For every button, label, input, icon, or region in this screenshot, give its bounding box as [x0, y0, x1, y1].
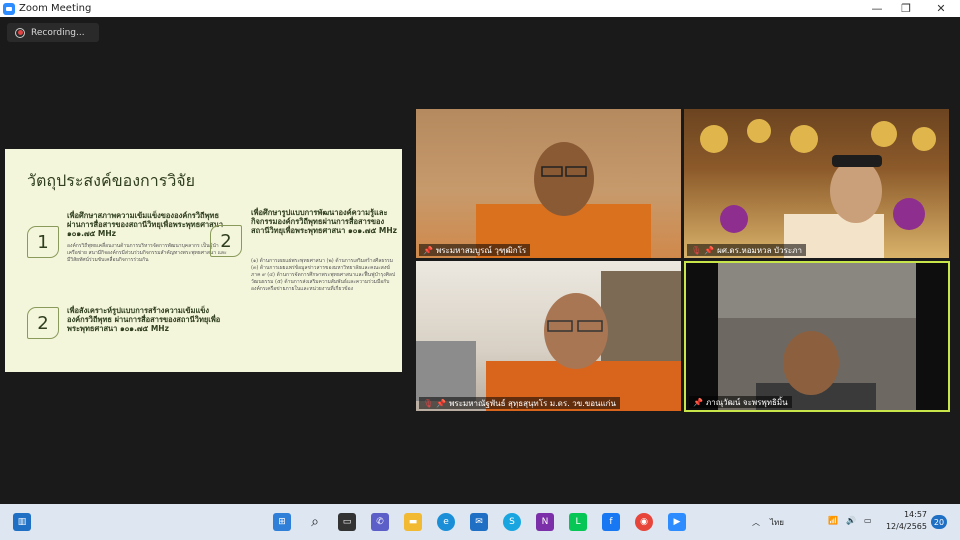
participant-name: ผศ.ดร.หอมหวล บัวระภา: [717, 245, 802, 255]
search-icon[interactable]: ⌕: [306, 513, 324, 531]
window-titlebar: Zoom Meeting — ❐ ✕: [0, 0, 960, 17]
windows-taskbar: ▥ ⊞ ⌕ ▭ ✆ ▬ e ✉ S N L f ◉ ▶ ︿ ไทย 📶 🔊 ▭ …: [0, 504, 960, 540]
participant-name-tag: 🎙 📌 ผศ.ดร.หอมหวล บัวระภา: [687, 244, 806, 256]
participant-video: [700, 119, 936, 258]
objective-number: 2: [27, 307, 59, 339]
objective-number: 2: [210, 225, 242, 257]
recording-indicator[interactable]: Recording...: [7, 23, 99, 42]
notification-count-badge[interactable]: 20: [931, 515, 947, 529]
line-icon[interactable]: L: [569, 513, 587, 531]
muted-mic-icon: 🎙: [691, 245, 702, 255]
wifi-icon[interactable]: 📶: [828, 516, 838, 525]
minimize-button[interactable]: —: [862, 0, 892, 17]
meeting-stage: Recording... วัตถุประสงค์ของการวิจัย 1 เ…: [0, 17, 960, 504]
participant-name-tag: 🎙 📌 พระมหาณัฐพันธ์ สุทฺธสุนฺทโร ม.ดร. วข…: [419, 397, 620, 409]
task-view-icon[interactable]: ▭: [338, 513, 356, 531]
window-title: Zoom Meeting: [19, 3, 92, 14]
active-speaker-tile[interactable]: 📌 ภาณุวัฒน์ จะพรพุทธิมิ้น: [684, 261, 950, 412]
file-explorer-icon[interactable]: ▬: [404, 513, 422, 531]
skype-icon[interactable]: S: [503, 513, 521, 531]
pin-icon: 📌: [423, 245, 433, 255]
participant-video: [476, 142, 651, 258]
edge-icon[interactable]: e: [437, 513, 455, 531]
participant-video-tile[interactable]: 🎙 📌 พระมหาณัฐพันธ์ สุทฺธสุนฺทโร ม.ดร. วข…: [416, 261, 681, 411]
pin-icon: 📌: [436, 398, 447, 408]
zoom-app-icon: [3, 2, 15, 15]
objective-number: 1: [27, 226, 59, 258]
objective-heading: เพื่อสังเคราะห์รูปแบบการสร้างความเข้มแข็…: [67, 306, 221, 333]
zoom-icon[interactable]: ▶: [668, 513, 686, 531]
shared-slide: วัตถุประสงค์ของการวิจัย 1 เพื่อศึกษาสภาพ…: [5, 149, 402, 372]
clock-time[interactable]: 14:57: [887, 510, 927, 519]
objective-heading: เพื่อศึกษารูปแบบการพัฒนาองค์ความรู้และกิ…: [251, 208, 397, 235]
participant-name: พระมหาสมบูรณ์ วุฑฺฒิกโร: [435, 245, 527, 255]
onenote-icon[interactable]: N: [536, 513, 554, 531]
participant-video-tile[interactable]: 🎙 📌 ผศ.ดร.หอมหวล บัวระภา: [684, 109, 949, 258]
teams-chat-icon[interactable]: ✆: [371, 513, 389, 531]
pin-icon: 📌: [704, 245, 715, 255]
muted-mic-icon: 🎙: [423, 398, 434, 408]
participant-name: พระมหาณัฐพันธ์ สุทฺธสุนฺทโร ม.ดร. วข.ขอน…: [449, 398, 616, 408]
volume-icon[interactable]: 🔊: [846, 516, 856, 525]
facebook-icon[interactable]: f: [602, 513, 620, 531]
participant-video: [416, 271, 681, 411]
show-hidden-icons-icon[interactable]: ︿: [752, 517, 760, 528]
recording-label: Recording...: [31, 27, 85, 38]
participant-name-tag: 📌 พระมหาสมบูรณ์ วุฑฺฒิกโร: [419, 244, 531, 256]
mail-icon[interactable]: ✉: [470, 513, 488, 531]
slide-title: วัตถุประสงค์ของการวิจัย: [27, 171, 196, 190]
participant-video: [718, 263, 916, 410]
record-icon: [15, 27, 25, 38]
objective-body: (๑) ด้านการเผยแผ่พระพุทธศาสนา (๒) ด้านกา…: [251, 258, 396, 292]
participant-name-tag: 📌 ภาณุวัฒน์ จะพรพุทธิมิ้น: [689, 396, 792, 408]
restore-button[interactable]: ❐: [891, 0, 921, 17]
pin-icon: 📌: [693, 397, 703, 407]
participant-video-tile[interactable]: 📌 พระมหาสมบูรณ์ วุฑฺฒิกโร: [416, 109, 681, 258]
widgets-icon[interactable]: ▥: [13, 513, 31, 531]
chrome-icon[interactable]: ◉: [635, 513, 653, 531]
close-button[interactable]: ✕: [926, 0, 956, 17]
clock-date[interactable]: 12/4/2565: [874, 522, 927, 531]
participant-name: ภาณุวัฒน์ จะพรพุทธิมิ้น: [705, 397, 788, 407]
objective-body: องค์กรวิถีพุทธเคลื่อนงานด้านการบริหารจัด…: [67, 243, 227, 263]
objective-heading: เพื่อศึกษาสภาพความเข้มแข็งขององค์กรวิถีพ…: [67, 211, 224, 238]
input-language[interactable]: ไทย: [770, 516, 784, 529]
battery-icon[interactable]: ▭: [864, 516, 872, 525]
windows-start-icon[interactable]: ⊞: [273, 513, 291, 531]
